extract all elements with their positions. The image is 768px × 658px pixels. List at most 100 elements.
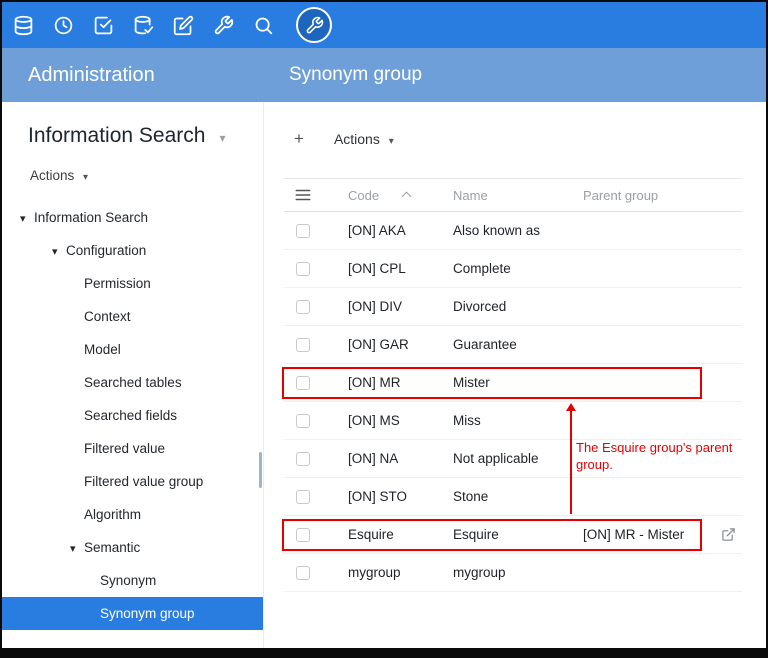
row-checkbox[interactable]: [296, 566, 310, 580]
sidebar-tree-item[interactable]: Model: [2, 333, 263, 366]
sidebar-tree-item[interactable]: Searched tables: [2, 366, 263, 399]
sidebar-tree-item-label: Searched fields: [84, 408, 177, 423]
cell-name: Esquire: [453, 527, 583, 542]
chevron-down-icon: ▾: [219, 131, 225, 145]
cell-code: [ON] GAR: [348, 337, 453, 352]
cell-code: [ON] MS: [348, 413, 453, 428]
row-checkbox[interactable]: [296, 338, 310, 352]
top-toolbar: [2, 2, 766, 48]
row-checkbox[interactable]: [296, 262, 310, 276]
chevron-down-icon: ▾: [389, 136, 394, 147]
sidebar: Information Search ▾ Actions ▾ ▾Informat…: [2, 102, 264, 648]
window-bottom-edge: [2, 648, 766, 656]
sidebar-tree-item-label: Configuration: [66, 243, 146, 258]
row-checkbox[interactable]: [296, 300, 310, 314]
active-wrench-icon[interactable]: [296, 7, 332, 43]
cell-code: [ON] MR: [348, 375, 453, 390]
table-row[interactable]: [ON] STO Stone: [284, 478, 742, 516]
database-check-icon[interactable]: [132, 14, 154, 36]
row-checkbox[interactable]: [296, 490, 310, 504]
cell-name: Complete: [453, 261, 583, 276]
table-row[interactable]: [ON] DIV Divorced: [284, 288, 742, 326]
table-body: [ON] AKA Also known as [ON] CPL Complete…: [284, 212, 742, 592]
cell-name: Guarantee: [453, 337, 583, 352]
row-checkbox[interactable]: [296, 528, 310, 542]
row-checkbox[interactable]: [296, 376, 310, 390]
sidebar-scrollbar-thumb[interactable]: [259, 452, 262, 488]
edit-icon[interactable]: [172, 14, 194, 36]
table-row[interactable]: [ON] MS Miss: [284, 402, 742, 440]
table-row[interactable]: [ON] NA Not applicable: [284, 440, 742, 478]
sidebar-tree-item[interactable]: Filtered value group: [2, 465, 263, 498]
table-header-row: Code Name Parent group: [284, 178, 742, 212]
row-checkbox[interactable]: [296, 224, 310, 238]
sidebar-tree-item[interactable]: Context: [2, 300, 263, 333]
database-icon[interactable]: [12, 14, 34, 36]
wrench-icon[interactable]: [212, 14, 234, 36]
sort-ascending-icon: [402, 191, 412, 201]
cell-name: mygroup: [453, 565, 583, 580]
cell-name: Also known as: [453, 223, 583, 238]
chevron-down-icon: ▾: [83, 172, 88, 183]
check-square-icon[interactable]: [92, 14, 114, 36]
cell-parent: [ON] MR - Mister: [583, 527, 742, 542]
content-actions-label: Actions: [334, 131, 380, 147]
add-button[interactable]: +: [294, 129, 304, 149]
module-title: Administration: [2, 64, 264, 87]
sidebar-tree-item[interactable]: ▾Semantic: [2, 531, 263, 564]
sidebar-actions-dropdown[interactable]: Actions ▾: [2, 148, 263, 183]
sidebar-tree-item-label: Model: [84, 342, 121, 357]
sidebar-tree-item[interactable]: ▾Information Search: [2, 201, 263, 234]
cell-name: Not applicable: [453, 451, 583, 466]
sidebar-tree-item[interactable]: Synonym: [2, 564, 263, 597]
list-menu-icon[interactable]: [294, 186, 312, 204]
sidebar-tree-item-label: Searched tables: [84, 375, 182, 390]
column-header-parent-group[interactable]: Parent group: [583, 188, 742, 203]
sidebar-tree-item[interactable]: ▾Configuration: [2, 234, 263, 267]
app-window: Administration Synonym group Information…: [0, 0, 768, 658]
sidebar-tree-item-label: Context: [84, 309, 131, 324]
table-row[interactable]: [ON] CPL Complete: [284, 250, 742, 288]
table-row[interactable]: [ON] GAR Guarantee: [284, 326, 742, 364]
sidebar-tree-item-label: Synonym: [100, 573, 156, 588]
search-icon[interactable]: [252, 14, 274, 36]
cell-code: Esquire: [348, 527, 453, 542]
table-row[interactable]: [ON] AKA Also known as: [284, 212, 742, 250]
table-row[interactable]: Esquire Esquire [ON] MR - Mister: [284, 516, 742, 554]
sidebar-tree: ▾Information Search▾ConfigurationPermiss…: [2, 201, 263, 630]
cell-name: Mister: [453, 375, 583, 390]
content-actions-dropdown[interactable]: Actions ▾: [334, 131, 394, 147]
header-band: Administration Synonym group: [2, 48, 766, 102]
sidebar-tree-item[interactable]: Algorithm: [2, 498, 263, 531]
sidebar-tree-item-label: Information Search: [34, 210, 148, 225]
row-checkbox[interactable]: [296, 452, 310, 466]
synonym-group-table: Code Name Parent group [ON] AKA Also kno…: [284, 178, 742, 592]
sidebar-title: Information Search: [28, 124, 205, 148]
sidebar-tree-item[interactable]: Permission: [2, 267, 263, 300]
sidebar-tree-item-label: Filtered value: [84, 441, 165, 456]
sidebar-tree-item-label: Semantic: [84, 540, 140, 555]
cell-code: [ON] NA: [348, 451, 453, 466]
content-toolbar: + Actions ▾: [264, 102, 766, 176]
sidebar-tree-item[interactable]: Searched fields: [2, 399, 263, 432]
table-row[interactable]: mygroup mygroup: [284, 554, 742, 592]
cell-name: Divorced: [453, 299, 583, 314]
sidebar-tree-item[interactable]: Synonym group: [2, 597, 263, 630]
table-row[interactable]: [ON] MR Mister: [284, 364, 742, 402]
cell-code: [ON] AKA: [348, 223, 453, 238]
cell-name: Stone: [453, 489, 583, 504]
sidebar-tree-item-label: Synonym group: [100, 606, 195, 621]
cell-name: Miss: [453, 413, 583, 428]
main-content: + Actions ▾ Code Name Parent group [ON] …: [264, 102, 766, 648]
sidebar-actions-label: Actions: [30, 168, 74, 183]
column-header-code[interactable]: Code: [348, 188, 453, 203]
sidebar-domain-selector[interactable]: Information Search ▾: [2, 102, 263, 148]
external-link-icon[interactable]: [721, 527, 736, 542]
cell-code: [ON] CPL: [348, 261, 453, 276]
caret-down-icon: ▾: [20, 203, 34, 236]
cell-code: mygroup: [348, 565, 453, 580]
row-checkbox[interactable]: [296, 414, 310, 428]
clock-icon[interactable]: [52, 14, 74, 36]
sidebar-tree-item[interactable]: Filtered value: [2, 432, 263, 465]
column-header-name[interactable]: Name: [453, 188, 583, 203]
